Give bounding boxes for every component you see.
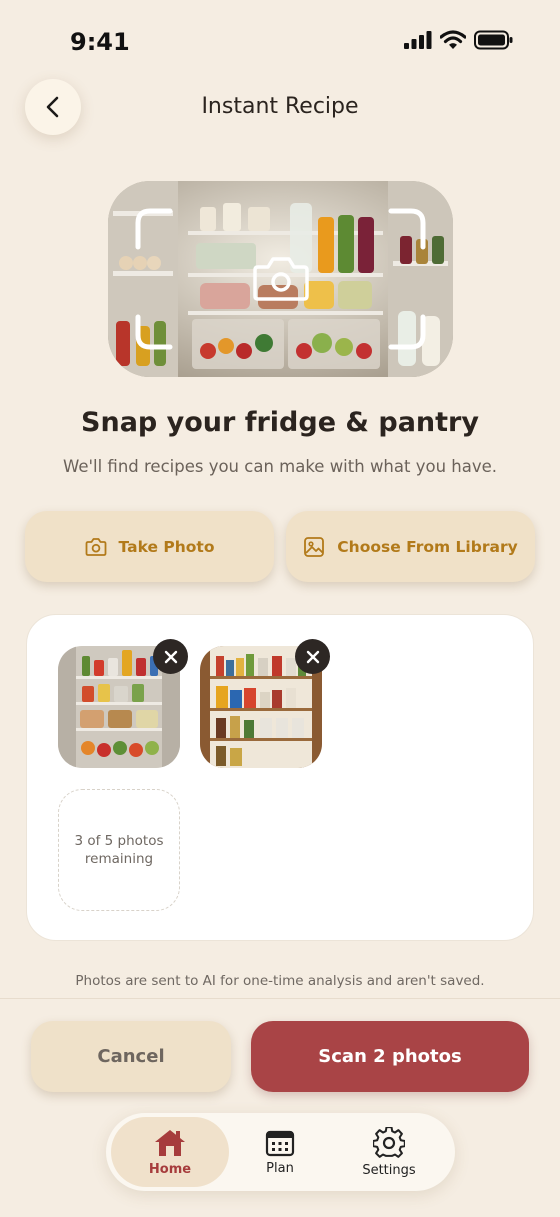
take-photo-button[interactable]: Take Photo xyxy=(25,511,274,582)
hero-fridge-image[interactable] xyxy=(108,181,453,377)
choose-from-library-button[interactable]: Choose From Library xyxy=(286,511,535,582)
take-photo-label: Take Photo xyxy=(118,537,215,556)
headline: Snap your fridge & pantry xyxy=(81,407,479,438)
tab-settings[interactable]: Settings xyxy=(330,1117,448,1187)
status-bar: 9:41 xyxy=(0,0,560,80)
camera-icon xyxy=(253,257,309,301)
close-icon xyxy=(164,650,177,663)
scan-label: Scan 2 photos xyxy=(318,1046,462,1067)
scan-photos-button[interactable]: Scan 2 photos xyxy=(251,1021,529,1092)
camera-icon xyxy=(85,537,106,556)
tab-settings-label: Settings xyxy=(362,1162,416,1178)
status-icons xyxy=(404,30,514,50)
tab-bar: Home Plan Settings xyxy=(106,1113,455,1191)
cellular-signal-icon xyxy=(404,31,432,49)
footer-divider xyxy=(0,998,560,999)
tab-plan[interactable]: Plan xyxy=(221,1117,339,1187)
add-photo-slot[interactable]: 3 of 5 photos remaining xyxy=(58,789,180,911)
gear-icon xyxy=(373,1126,405,1158)
remove-photo-button[interactable] xyxy=(153,639,188,674)
tab-plan-label: Plan xyxy=(266,1160,294,1176)
tab-home-label: Home xyxy=(148,1161,192,1177)
page-title: Instant Recipe xyxy=(201,94,359,119)
selected-photos-card: 3 of 5 photos remaining xyxy=(26,614,534,941)
cancel-label: Cancel xyxy=(97,1046,165,1067)
battery-icon xyxy=(474,30,513,50)
remove-photo-button[interactable] xyxy=(295,639,330,674)
privacy-note: Photos are sent to AI for one-time analy… xyxy=(75,973,485,989)
status-time: 9:41 xyxy=(70,28,130,56)
choose-from-library-label: Choose From Library xyxy=(337,537,518,556)
wifi-icon xyxy=(440,30,466,49)
photos-remaining-text: 3 of 5 photos remaining xyxy=(74,833,164,867)
subhead: We'll find recipes you can make with wha… xyxy=(62,457,498,476)
calendar-icon xyxy=(265,1130,295,1156)
tab-home[interactable]: Home xyxy=(111,1117,229,1187)
close-icon xyxy=(306,650,319,663)
cancel-button[interactable]: Cancel xyxy=(31,1021,231,1092)
image-icon xyxy=(304,536,325,557)
home-icon xyxy=(155,1129,185,1156)
